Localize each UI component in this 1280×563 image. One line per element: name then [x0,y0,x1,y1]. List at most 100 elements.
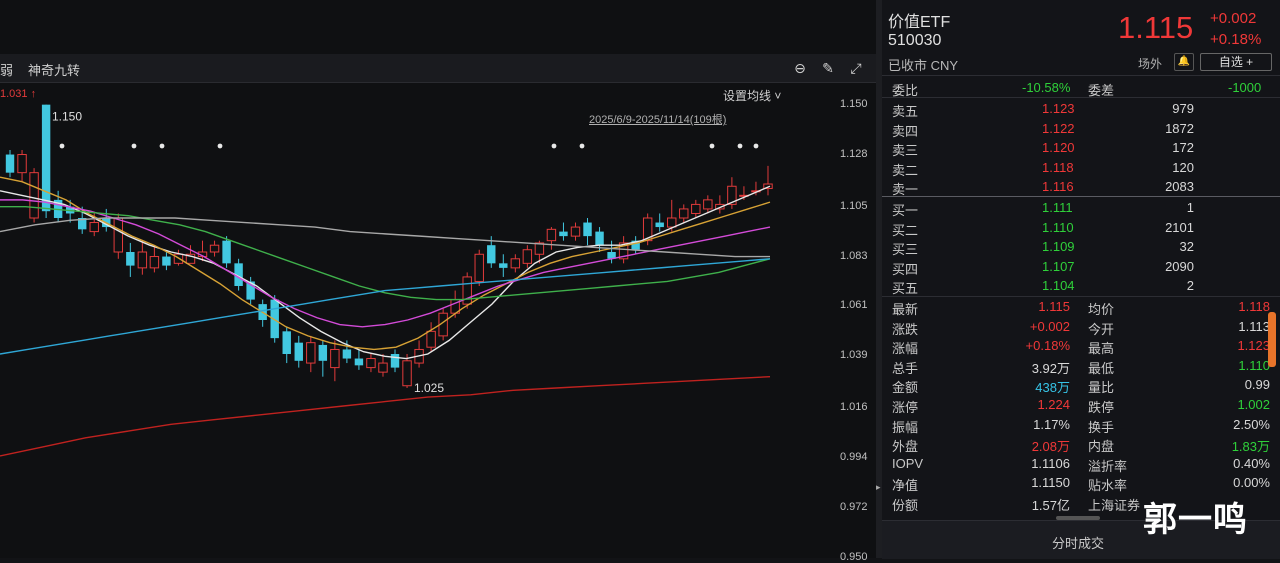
signal-marker [579,143,585,149]
kline-chart-area[interactable]: 弱 神奇九转 ⊖ ✎ ⤢ 1.031 ↑ 设置均线 ˅ 2025/6/9-202… [0,0,876,563]
quote-row: 买一 1.111 1 [882,198,1280,218]
ask-price: 1.118 [1042,159,1074,175]
ma-line [0,176,771,351]
high-label: 1.150 [52,110,82,124]
separator [882,97,1280,98]
book-separator [882,196,1280,197]
bell-icon[interactable]: 🔔 [1174,53,1194,71]
stat-value: 1.57亿 [1031,498,1070,513]
quote-row: 买三 1.109 32 [882,237,1280,257]
candle-body [149,256,160,269]
candle-body [126,252,135,266]
stat-value: 0.00% [1233,475,1270,491]
bid-price: 1.109 [1042,239,1075,255]
candle-body [137,251,148,269]
candle-body [306,342,316,364]
add-watchlist-button[interactable]: 自选 + [1200,53,1272,71]
stat-value: 1.002 [1237,397,1270,412]
candle-body [318,344,328,361]
resize-handle[interactable] [1056,516,1100,520]
stat-label: 外盘 [892,439,919,455]
candle-body [222,240,231,264]
candle-body [667,217,677,228]
fullscreen-icon[interactable]: ⤢ [848,60,864,76]
y-tick-label: 1.016 [840,401,868,414]
bid-label: 买四 [892,261,919,277]
candle-body [510,258,521,269]
signal-marker [753,143,759,149]
candle-body [402,360,412,387]
ma-line [0,185,771,360]
quote-row: 卖二 1.118 120 [882,158,1280,178]
candle-body [474,253,484,282]
separator [882,75,1280,76]
bid-volume: 1 [1186,200,1194,215]
pen-icon[interactable]: ✎ [820,60,836,76]
bid-volume: 2 [1186,278,1194,294]
stat-label: 今开 [1088,321,1115,337]
stat-label: 最新 [892,302,919,317]
candle-body [270,299,279,339]
signal-marker [737,143,743,149]
candle-body [294,342,303,361]
candle-body [113,217,124,253]
price-change: +0.002 [1210,10,1257,27]
bid-label: 买二 [892,222,919,238]
candle-body [41,104,51,212]
candle-body [330,348,340,369]
quote-row: 涨幅 +0.18% 最高 1.123 [882,336,1280,356]
quote-row: 金额 438万 量比 0.99 [882,375,1280,395]
quote-panel: 价值ETF 510030 已收市 CNY 1.115 +0.002 +0.18%… [882,0,1280,559]
quote-row: 最新 1.115 均价 1.118 [882,297,1280,317]
candle-body [426,330,436,348]
ask-volume: 1872 [1165,120,1194,136]
price-change-pct: +0.18% [1210,31,1262,48]
stat-label: 总手 [892,360,919,376]
stat-label: 金额 [892,380,919,396]
stat-label: 换手 [1088,419,1115,435]
market-status: 已收市 CNY [888,58,959,73]
author-watermark: 郭一鸣 [1143,501,1248,539]
candle-body [679,208,689,219]
ask-label: 卖四 [892,123,919,139]
fund-code: 510030 [888,32,942,49]
y-tick-label: 1.150 [840,97,868,110]
indicator-magic-nine[interactable]: 神奇九转 [28,60,80,79]
candle-body [559,231,568,237]
chart-toolbar: 弱 神奇九转 ⊖ ✎ ⤢ [0,54,876,83]
low-label: 1.025 [414,381,444,395]
scrollbar[interactable] [1268,312,1276,367]
ask-price: 1.122 [1042,120,1075,136]
quote-row: 涨停 1.224 跌停 1.002 [882,395,1280,415]
candle-body [487,245,496,264]
quote-row: 卖一 1.116 2083 [882,177,1280,197]
ask-label: 卖二 [892,162,919,178]
candle-body [342,349,352,359]
signal-marker [59,143,65,149]
y-tick-label: 1.083 [840,249,868,262]
quote-row: 卖三 1.120 172 [882,138,1280,158]
bid-price: 1.104 [1042,278,1075,294]
stat-value: 0.40% [1233,455,1270,471]
minus-circle-icon[interactable]: ⊖ [792,60,808,76]
ask-price: 1.116 [1042,179,1074,195]
quote-row: 总手 3.92万 最低 1.110 [882,356,1280,376]
candle-body [89,222,99,233]
signal-marker [217,143,223,149]
stat-label: 最高 [1088,341,1115,357]
candle-body [390,354,400,368]
quote-row: 买五 1.104 2 [882,276,1280,296]
candle-body [570,226,581,237]
bid-volume: 32 [1179,239,1194,255]
bid-label: 买一 [892,203,919,218]
y-tick-label: 1.061 [840,299,868,312]
stat-value: 1.1150 [1031,475,1070,491]
candle-body [17,154,27,174]
ask-price: 1.120 [1042,140,1075,156]
stat-label: 跌停 [1088,400,1115,415]
quote-row: 卖五 1.123 979 [882,99,1280,119]
signal-marker [131,143,137,149]
stat-value: 1.123 [1237,338,1270,354]
ask-label: 卖三 [892,143,919,159]
stat-label: 涨幅 [892,341,919,357]
